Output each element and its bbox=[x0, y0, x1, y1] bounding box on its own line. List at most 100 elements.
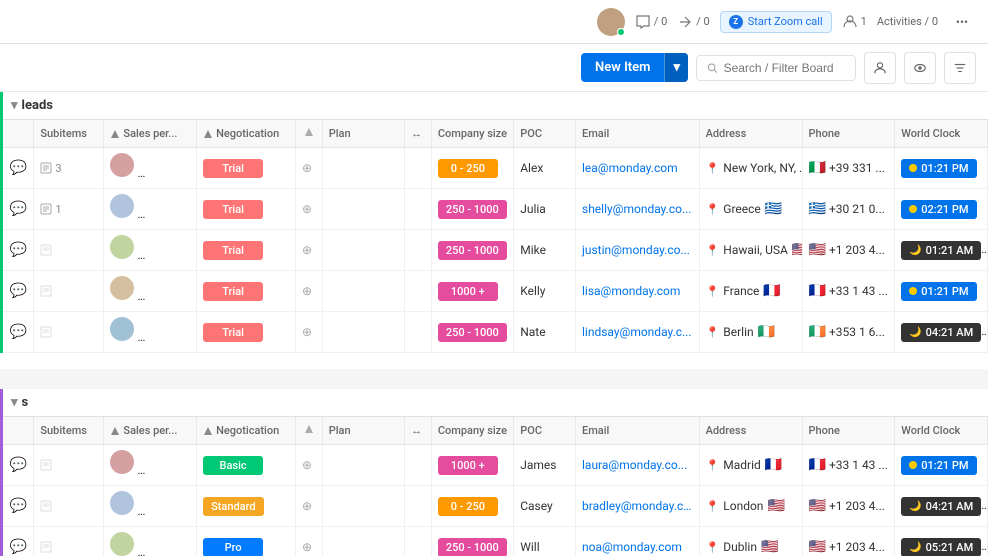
neg-badge[interactable]: Trial bbox=[203, 282, 263, 301]
th-email[interactable]: Email bbox=[576, 120, 700, 148]
sales-badge[interactable]: In progress bbox=[141, 328, 196, 347]
th2-negotiation[interactable]: Negotication bbox=[197, 417, 296, 445]
size-badge[interactable]: 250 - 1000 bbox=[438, 323, 507, 342]
size-badge[interactable]: 0 - 250 bbox=[438, 497, 498, 516]
neg-badge[interactable]: Standard bbox=[203, 497, 264, 516]
expand-cell[interactable]: ⊕ bbox=[295, 527, 322, 556]
negotiation-cell[interactable]: Trial bbox=[197, 271, 296, 312]
sales-status-cell[interactable]: In progress bbox=[104, 189, 197, 230]
new-item-button[interactable]: New Item ▾ bbox=[581, 53, 688, 82]
th2-subitems[interactable]: Subitems bbox=[34, 417, 104, 445]
company-size-cell[interactable]: 250 - 1000 bbox=[431, 189, 513, 230]
expand-cell[interactable]: ⊕ bbox=[295, 148, 322, 189]
th2-phone[interactable]: Phone bbox=[802, 417, 895, 445]
eye-button[interactable] bbox=[904, 52, 936, 84]
person-filter-button[interactable] bbox=[864, 52, 896, 84]
negotiation-cell[interactable]: Standard bbox=[197, 486, 296, 527]
expand-cell[interactable]: ⊕ bbox=[295, 271, 322, 312]
th2-company-size[interactable]: Company size bbox=[431, 417, 513, 445]
th-plan[interactable]: Plan bbox=[322, 120, 404, 148]
th2-sales[interactable]: Sales per... bbox=[104, 417, 197, 445]
more-options-button[interactable]: ••• bbox=[948, 8, 976, 36]
size-badge[interactable]: 250 - 1000 bbox=[438, 200, 507, 219]
search-input[interactable] bbox=[724, 61, 845, 75]
section2-caret[interactable]: ▾ bbox=[11, 395, 18, 410]
th2-email[interactable]: Email bbox=[576, 417, 700, 445]
comments-action[interactable]: / 0 bbox=[635, 14, 667, 30]
filter-button[interactable] bbox=[944, 52, 976, 84]
sales-badge[interactable]: In progress bbox=[141, 164, 196, 183]
sales-status-cell[interactable]: Won bbox=[104, 486, 197, 527]
th-company-size[interactable]: Company size bbox=[431, 120, 513, 148]
expand-cell[interactable]: ⊕ bbox=[295, 312, 322, 353]
company-size-cell[interactable]: 0 - 250 bbox=[431, 148, 513, 189]
size-badge[interactable]: 0 - 250 bbox=[438, 159, 498, 178]
section1-caret[interactable]: ▾ bbox=[11, 98, 18, 113]
email-cell[interactable]: bradley@monday.c... bbox=[576, 486, 700, 527]
sales-status-cell[interactable]: In progress bbox=[104, 312, 197, 353]
email-cell[interactable]: lea@monday.com bbox=[576, 148, 700, 189]
sales-badge[interactable]: Won bbox=[141, 502, 196, 521]
company-size-cell[interactable]: 0 - 250 bbox=[431, 486, 513, 527]
negotiation-cell[interactable]: Trial bbox=[197, 312, 296, 353]
sales-badge[interactable]: In progress bbox=[141, 205, 196, 224]
subitems-cell[interactable] bbox=[34, 312, 104, 353]
negotiation-cell[interactable]: Trial bbox=[197, 230, 296, 271]
size-badge[interactable]: 1000 + bbox=[438, 456, 498, 475]
th-poc[interactable]: POC bbox=[514, 120, 576, 148]
size-badge[interactable]: 250 - 1000 bbox=[438, 241, 507, 260]
neg-badge[interactable]: Trial bbox=[203, 323, 263, 342]
email-cell[interactable]: shelly@monday.co... bbox=[576, 189, 700, 230]
expand-cell[interactable]: ⊕ bbox=[295, 189, 322, 230]
negotiation-cell[interactable]: Trial bbox=[197, 189, 296, 230]
neg-badge[interactable]: Pro bbox=[203, 538, 263, 556]
neg-badge[interactable]: Trial bbox=[203, 200, 263, 219]
negotiation-cell[interactable]: Basic bbox=[197, 445, 296, 486]
neg-badge[interactable]: Basic bbox=[203, 456, 263, 475]
th-clock[interactable]: World Clock bbox=[895, 120, 988, 148]
sales-status-cell[interactable]: In progress bbox=[104, 230, 197, 271]
negotiation-cell[interactable]: Trial bbox=[197, 148, 296, 189]
expand-cell[interactable]: ⊕ bbox=[295, 230, 322, 271]
th-negotiation[interactable]: Negotication bbox=[197, 120, 296, 148]
neg-badge[interactable]: Trial bbox=[203, 241, 263, 260]
th2-poc[interactable]: POC bbox=[514, 417, 576, 445]
th2-address[interactable]: Address bbox=[699, 417, 802, 445]
subitems-cell[interactable] bbox=[34, 271, 104, 312]
company-size-cell[interactable]: 1000 + bbox=[431, 271, 513, 312]
new-item-dropdown-arrow[interactable]: ▾ bbox=[664, 53, 688, 82]
subitems-cell[interactable] bbox=[34, 445, 104, 486]
th-subitems[interactable]: Subitems bbox=[34, 120, 104, 148]
th2-plan[interactable]: Plan bbox=[322, 417, 404, 445]
email-cell[interactable]: lisa@monday.com bbox=[576, 271, 700, 312]
subitems-cell[interactable]: 1 bbox=[34, 189, 104, 230]
subitems-cell[interactable] bbox=[34, 527, 104, 556]
updates-action[interactable]: / 0 bbox=[677, 14, 709, 30]
company-size-cell[interactable]: 250 - 1000 bbox=[431, 230, 513, 271]
sales-badge[interactable]: Won bbox=[141, 543, 196, 556]
th-phone[interactable]: Phone bbox=[802, 120, 895, 148]
email-cell[interactable]: justin@monday.co... bbox=[576, 230, 700, 271]
subitems-cell[interactable]: 3 bbox=[34, 148, 104, 189]
expand-cell[interactable]: ⊕ bbox=[295, 486, 322, 527]
neg-badge[interactable]: Trial bbox=[203, 159, 263, 178]
sales-badge[interactable]: In progress bbox=[141, 246, 196, 265]
members-action[interactable]: 1 bbox=[842, 14, 867, 30]
sales-status-cell[interactable]: In progress bbox=[104, 148, 197, 189]
avatar[interactable] bbox=[597, 8, 625, 36]
activities-action[interactable]: Activities / 0 bbox=[877, 15, 938, 28]
sales-badge[interactable]: Won bbox=[141, 461, 196, 480]
size-badge[interactable]: 250 - 1000 bbox=[438, 538, 507, 556]
size-badge[interactable]: 1000 + bbox=[438, 282, 498, 301]
zoom-button[interactable]: Start Zoom call bbox=[720, 11, 832, 33]
subitems-cell[interactable] bbox=[34, 230, 104, 271]
sales-status-cell[interactable]: In progress bbox=[104, 271, 197, 312]
th-sales[interactable]: Sales per... bbox=[104, 120, 197, 148]
sales-status-cell[interactable]: Won bbox=[104, 445, 197, 486]
sales-status-cell[interactable]: Won bbox=[104, 527, 197, 556]
search-box[interactable] bbox=[696, 55, 856, 81]
negotiation-cell[interactable]: Pro bbox=[197, 527, 296, 556]
sales-badge[interactable]: In progress bbox=[141, 287, 196, 306]
company-size-cell[interactable]: 250 - 1000 bbox=[431, 527, 513, 556]
company-size-cell[interactable]: 1000 + bbox=[431, 445, 513, 486]
